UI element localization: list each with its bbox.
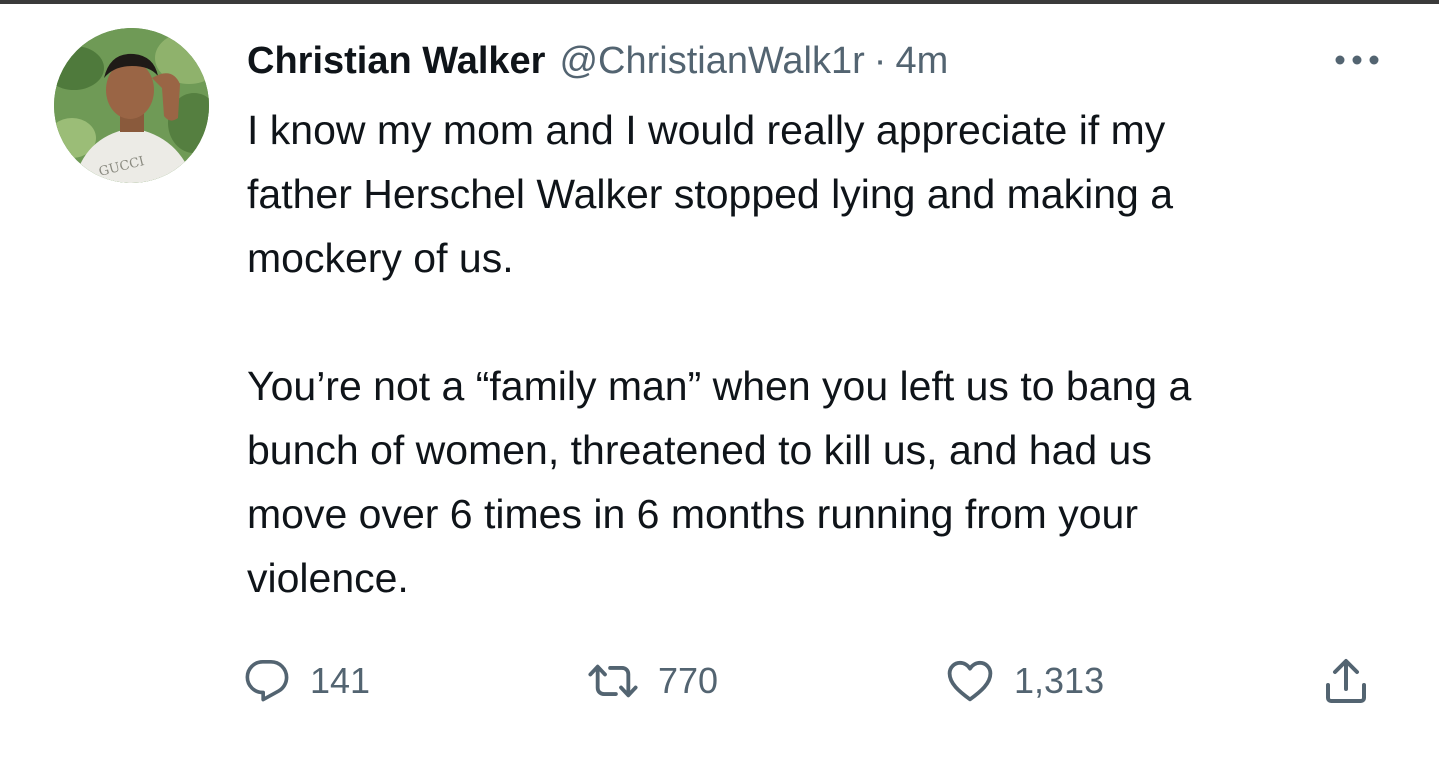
more-icon (1335, 55, 1379, 65)
reply-icon (245, 660, 289, 702)
share-icon (1326, 659, 1366, 703)
avatar[interactable]: GUCCI (54, 28, 209, 183)
tweet-text: I know my mom and I would really appreci… (247, 98, 1387, 610)
author-handle[interactable]: @ChristianWalk1r (559, 36, 864, 86)
retweet-button[interactable]: 770 (588, 646, 718, 716)
share-button[interactable] (1324, 646, 1368, 716)
tweet-paragraph: I know my mom and I would really appreci… (247, 107, 1174, 281)
reply-count: 141 (310, 660, 371, 701)
tweet-actions-bar: 141 770 1,313 (0, 646, 1439, 716)
header-separator: · (873, 40, 887, 82)
more-options-button[interactable] (1330, 46, 1384, 74)
tweet-paragraph: You’re not a “family man” when you left … (247, 363, 1192, 601)
tweet-header: Christian Walker @ChristianWalk1r · 4m (247, 36, 948, 86)
retweet-icon (588, 664, 638, 698)
tweet-timestamp[interactable]: 4m (895, 36, 948, 86)
like-count: 1,313 (1014, 660, 1105, 701)
retweet-count: 770 (658, 660, 719, 701)
like-button[interactable]: 1,313 (946, 646, 1104, 716)
reply-button[interactable]: 141 (244, 646, 370, 716)
avatar-photo: GUCCI (54, 28, 209, 183)
author-display-name[interactable]: Christian Walker (247, 36, 545, 86)
tweet[interactable]: GUCCI Christian Walker @ChristianWalk1r … (0, 0, 1439, 766)
heart-icon (947, 660, 993, 702)
